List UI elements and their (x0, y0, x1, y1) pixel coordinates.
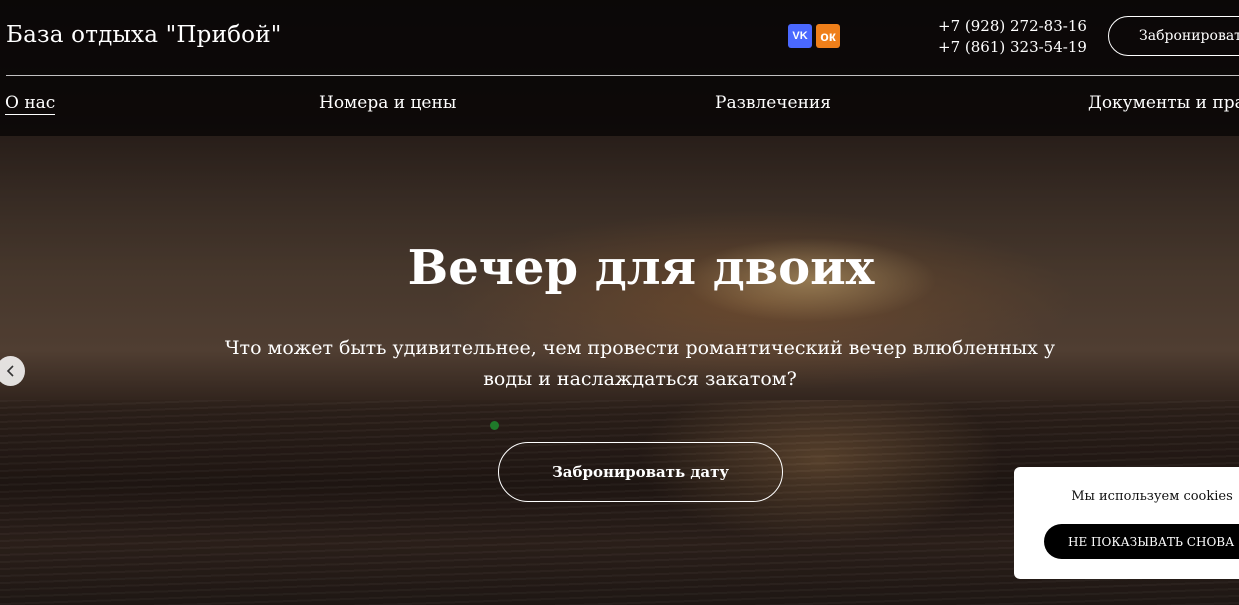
social-links: VK ок (788, 24, 840, 48)
vk-icon[interactable]: VK (788, 24, 812, 48)
cookie-banner: Мы используем cookies НЕ ПОКАЗЫВАТЬ СНОВ… (1014, 467, 1239, 579)
brand-name[interactable]: База отдыха "Прибой" (6, 22, 282, 48)
book-date-button[interactable]: Забронировать дату (498, 442, 783, 502)
nav-item-documents[interactable]: Документы и правила (1088, 93, 1239, 113)
nav-item-entertainment[interactable]: Развлечения (715, 93, 831, 113)
cookie-message: Мы используем cookies (1071, 489, 1233, 504)
header-divider (6, 75, 1239, 76)
green-dot (490, 421, 499, 430)
nav-item-about[interactable]: О нас (5, 93, 56, 115)
book-button[interactable]: Забронировать (1108, 16, 1239, 56)
main-nav: О нас Номера и цены Развлечения Документ… (0, 93, 1239, 123)
phone-numbers: +7 (928) 272-83-16 +7 (861) 323-54-19 (938, 16, 1087, 58)
phone-1[interactable]: +7 (928) 272-83-16 (938, 16, 1087, 37)
chevron-left-icon (6, 365, 14, 377)
odnoklassniki-icon[interactable]: ок (816, 24, 840, 48)
hero-description: Что может быть удивительнее, чем провест… (224, 337, 1056, 390)
cookie-dismiss-button[interactable]: НЕ ПОКАЗЫВАТЬ СНОВА (1044, 524, 1239, 559)
hero-title: Вечер для двоих (407, 240, 875, 296)
phone-2[interactable]: +7 (861) 323-54-19 (938, 37, 1087, 58)
nav-item-rooms-prices[interactable]: Номера и цены (319, 93, 456, 113)
site-header: База отдыха "Прибой" VK ок +7 (928) 272-… (0, 0, 1239, 136)
